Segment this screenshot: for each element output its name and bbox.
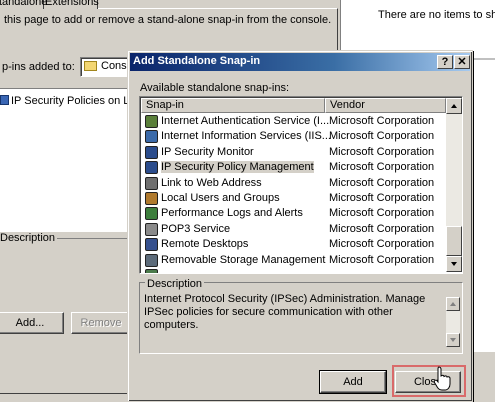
list-scrollbar[interactable]: [446, 98, 462, 272]
list-item[interactable]: IP Security Policy Management Microsoft C…: [141, 160, 446, 175]
added-snapins-list[interactable]: IP Security Policies on Loca: [0, 88, 147, 232]
empty-message: There are no items to show: [378, 9, 495, 21]
title-bar[interactable]: Add Standalone Snap-in ? ✕: [130, 53, 470, 71]
scroll-up-button[interactable]: [446, 297, 460, 311]
snapin-name: Performance Logs and Alerts: [161, 207, 303, 220]
snapin-vendor: Microsoft Corporation: [329, 161, 435, 174]
column-header-vendor[interactable]: Vendor: [325, 98, 446, 113]
iis-icon: [145, 130, 158, 144]
snapin-vendor: Microsoft Corporation: [329, 130, 435, 143]
partial-row-icon: [145, 269, 158, 273]
list-item[interactable]: POP3 Service Microsoft Corporation: [141, 222, 446, 237]
snapin-vendor: Microsoft Corporation: [329, 176, 435, 189]
snapin-name: Internet Authentication Service (I...: [161, 115, 330, 127]
hand-pointer-icon: [433, 366, 451, 391]
list-item[interactable]: Local Users and Groups Microsoft Corporat…: [141, 191, 446, 206]
add-snapin-button[interactable]: Add...: [0, 312, 64, 334]
instruction-text: this page to add or remove a stand-alone…: [4, 14, 332, 26]
scroll-down-button[interactable]: [446, 333, 460, 347]
description-group: [0, 238, 136, 299]
snapin-vendor: Microsoft Corporation: [329, 207, 435, 220]
description-scrollbar[interactable]: [446, 297, 460, 347]
tab-standalone[interactable]: tandalone: [0, 0, 47, 9]
folder-icon: [84, 61, 97, 71]
add-button[interactable]: Add: [320, 371, 386, 393]
snapin-vendor: Microsoft Corporation: [329, 192, 435, 204]
scroll-up-button[interactable]: [446, 98, 462, 114]
ipsec-monitor-icon: [145, 145, 158, 159]
snapin-vendor: Microsoft Corporation: [329, 253, 435, 266]
help-button[interactable]: ?: [437, 55, 453, 69]
snapin-name: Link to Web Address: [161, 176, 262, 189]
description-label: Description: [145, 278, 205, 290]
close-x-button[interactable]: ✕: [454, 55, 470, 69]
arrow-down-icon: [451, 262, 457, 266]
scroll-thumb[interactable]: [446, 226, 462, 256]
add-standalone-snapin-dialog: Add Standalone Snap-in ? ✕ Available sta…: [127, 50, 473, 402]
remove-snapin-button[interactable]: Remove: [71, 312, 131, 334]
tab-extensions[interactable]: Extensions: [40, 0, 99, 9]
snapin-name: IP Security Policy Management: [161, 161, 314, 174]
list-item[interactable]: [141, 268, 446, 273]
column-header-snapin[interactable]: Snap-in: [141, 98, 325, 113]
snapin-name: POP3 Service: [161, 222, 231, 235]
arrow-up-icon: [450, 302, 456, 306]
description-label: Description: [0, 232, 58, 244]
ipsec-policy-icon: [0, 95, 9, 105]
storage-icon: [145, 253, 158, 267]
list-item[interactable]: Internet Information Services (IIS... Mic…: [141, 129, 446, 144]
snapin-name: Removable Storage Management: [161, 253, 326, 266]
list-item[interactable]: Link to Web Address Microsoft Corporation: [141, 176, 446, 191]
snapin-vendor: Microsoft Corporation: [329, 145, 435, 158]
link-icon: [145, 176, 158, 190]
remote-desktop-icon: [145, 238, 158, 252]
ias-icon: [145, 115, 158, 128]
list-item[interactable]: Internet Authentication Service (I... Mic…: [141, 114, 446, 129]
snapin-vendor: Microsoft Corporation: [329, 115, 435, 127]
users-icon: [145, 192, 158, 205]
arrow-up-icon: [451, 104, 457, 108]
added-to-label: p-ins added to:: [2, 61, 75, 73]
snapin-name: Internet Information Services (IIS...: [161, 130, 331, 143]
scroll-down-button[interactable]: [446, 256, 462, 272]
list-item[interactable]: Performance Logs and Alerts Microsoft Cor…: [141, 206, 446, 221]
snapin-name: IP Security Monitor: [161, 145, 254, 158]
list-item[interactable]: IP Security Monitor Microsoft Corporation: [141, 145, 446, 160]
available-snapins-list[interactable]: Snap-in Vendor Internet Authentication S…: [139, 96, 463, 274]
arrow-down-icon: [450, 338, 456, 342]
snapin-vendor: Microsoft Corporation: [329, 222, 435, 235]
snapin-vendor: Microsoft Corporation: [329, 238, 435, 251]
snapin-name: Remote Desktops: [161, 238, 249, 251]
description-text: Internet Protocol Security (IPSec) Admin…: [144, 293, 426, 331]
ipsec-policy-icon: [145, 161, 158, 175]
dialog-title: Add Standalone Snap-in: [133, 55, 261, 67]
snapin-name: Local Users and Groups: [161, 192, 280, 204]
list-item[interactable]: Remote Desktops Microsoft Corporation: [141, 237, 446, 252]
pop3-icon: [145, 222, 158, 236]
close-button-highlight: [392, 365, 466, 397]
available-snapins-label: Available standalone snap-ins:: [140, 82, 290, 94]
performance-icon: [145, 207, 158, 221]
list-item[interactable]: Removable Storage Management Microsoft Co…: [141, 253, 446, 268]
